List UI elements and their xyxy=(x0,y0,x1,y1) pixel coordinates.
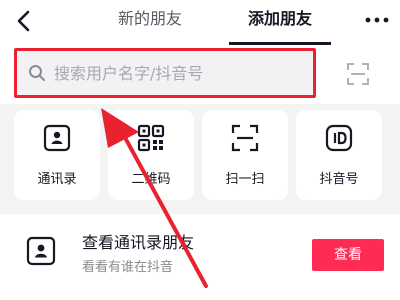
chevron-left-icon xyxy=(17,10,30,32)
card-label: 扫一扫 xyxy=(225,172,265,187)
id-badge-icon xyxy=(325,124,353,152)
card-label: 抖音号 xyxy=(319,172,359,187)
scan-button[interactable] xyxy=(346,62,370,86)
qr-code-icon xyxy=(137,124,165,152)
scan-icon xyxy=(231,124,259,152)
search-box[interactable] xyxy=(14,48,316,98)
card-label: 通讯录 xyxy=(37,172,77,187)
search-input[interactable] xyxy=(54,61,294,85)
contacts-subtitle: 看看有谁在抖音 xyxy=(82,260,174,275)
card-douyin-id[interactable]: 抖音号 xyxy=(296,110,382,200)
card-scan[interactable]: 扫一扫 xyxy=(202,110,288,200)
contact-card-icon xyxy=(43,124,71,152)
search-bar xyxy=(0,46,400,104)
contacts-friends-row: 查看通讯录朋友 看看有谁在抖音 查看 xyxy=(0,214,400,300)
card-label: 二维码 xyxy=(131,172,171,187)
view-contacts-button[interactable]: 查看 xyxy=(312,239,384,271)
contacts-title: 查看通讯录朋友 xyxy=(82,233,195,252)
back-button[interactable] xyxy=(8,6,38,36)
scan-icon xyxy=(347,63,369,85)
more-horizontal-icon xyxy=(365,17,389,23)
more-button[interactable] xyxy=(362,10,392,30)
tab-add-friends[interactable]: 添加朋友 xyxy=(232,8,328,34)
search-icon xyxy=(28,64,46,82)
top-bar: 新的朋友 添加朋友 xyxy=(0,0,400,46)
card-contacts[interactable]: 通讯录 xyxy=(14,110,100,200)
contact-card-icon xyxy=(26,236,56,266)
card-qr-code[interactable]: 二维码 xyxy=(108,110,194,200)
active-tab-indicator xyxy=(229,42,331,45)
tab-new-friends[interactable]: 新的朋友 xyxy=(110,8,190,34)
